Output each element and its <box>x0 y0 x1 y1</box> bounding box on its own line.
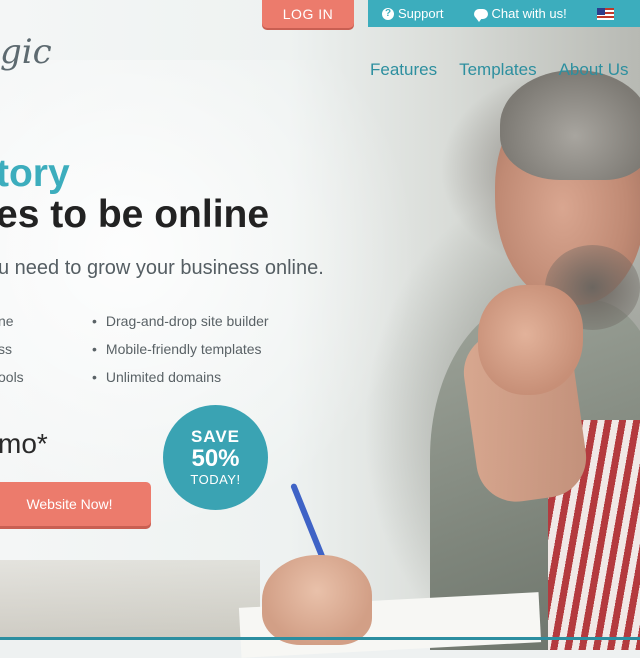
top-utility-bar: ? Support Chat with us! <box>368 0 640 27</box>
feature-list-left: ne ss ools <box>0 307 24 391</box>
hero-subtitle: u need to grow your business online. <box>0 257 324 279</box>
price-text: mo* <box>0 428 48 459</box>
feature-item-domains: Unlimited domains <box>92 363 269 391</box>
nav-about-us[interactable]: About Us <box>559 60 629 80</box>
chat-link[interactable]: Chat with us! <box>473 6 567 22</box>
chat-label: Chat with us! <box>491 6 567 21</box>
feature-item: ools <box>0 369 24 385</box>
feature-item: ne <box>0 313 14 329</box>
login-button[interactable]: LOG IN <box>262 0 354 28</box>
save-badge-line3: TODAY! <box>190 471 241 487</box>
nav-features[interactable]: Features <box>370 60 437 80</box>
hero-title-line2: es to be online <box>0 193 270 236</box>
hero-photo-hand <box>478 285 583 395</box>
main-nav: Features Templates About Us <box>370 60 629 80</box>
feature-item: ss <box>0 341 12 357</box>
chat-bubble-icon <box>473 8 488 22</box>
brand-logo[interactable]: gic <box>0 32 52 72</box>
hero-title-line1: tory <box>0 152 70 195</box>
hero-photo-writing-hand <box>262 555 372 645</box>
support-label: Support <box>398 6 444 21</box>
support-link[interactable]: ? Support <box>382 6 444 21</box>
us-flag-icon[interactable] <box>596 7 614 20</box>
nav-templates[interactable]: Templates <box>459 60 536 80</box>
save-badge-line1: SAVE <box>190 426 241 446</box>
background-counter <box>0 560 260 640</box>
save-badge-percent: 50% <box>191 444 240 472</box>
hero-photo-hair <box>500 70 640 180</box>
feature-item-templates: Mobile-friendly templates <box>92 335 269 363</box>
help-icon: ? <box>382 7 394 20</box>
save-badge: SAVE 50% TODAY! <box>163 405 268 510</box>
feature-list-right: Drag-and-drop site builder Mobile-friend… <box>92 307 269 391</box>
feature-item-site-builder: Drag-and-drop site builder <box>92 307 269 335</box>
create-website-button[interactable]: Website Now! <box>0 482 151 526</box>
